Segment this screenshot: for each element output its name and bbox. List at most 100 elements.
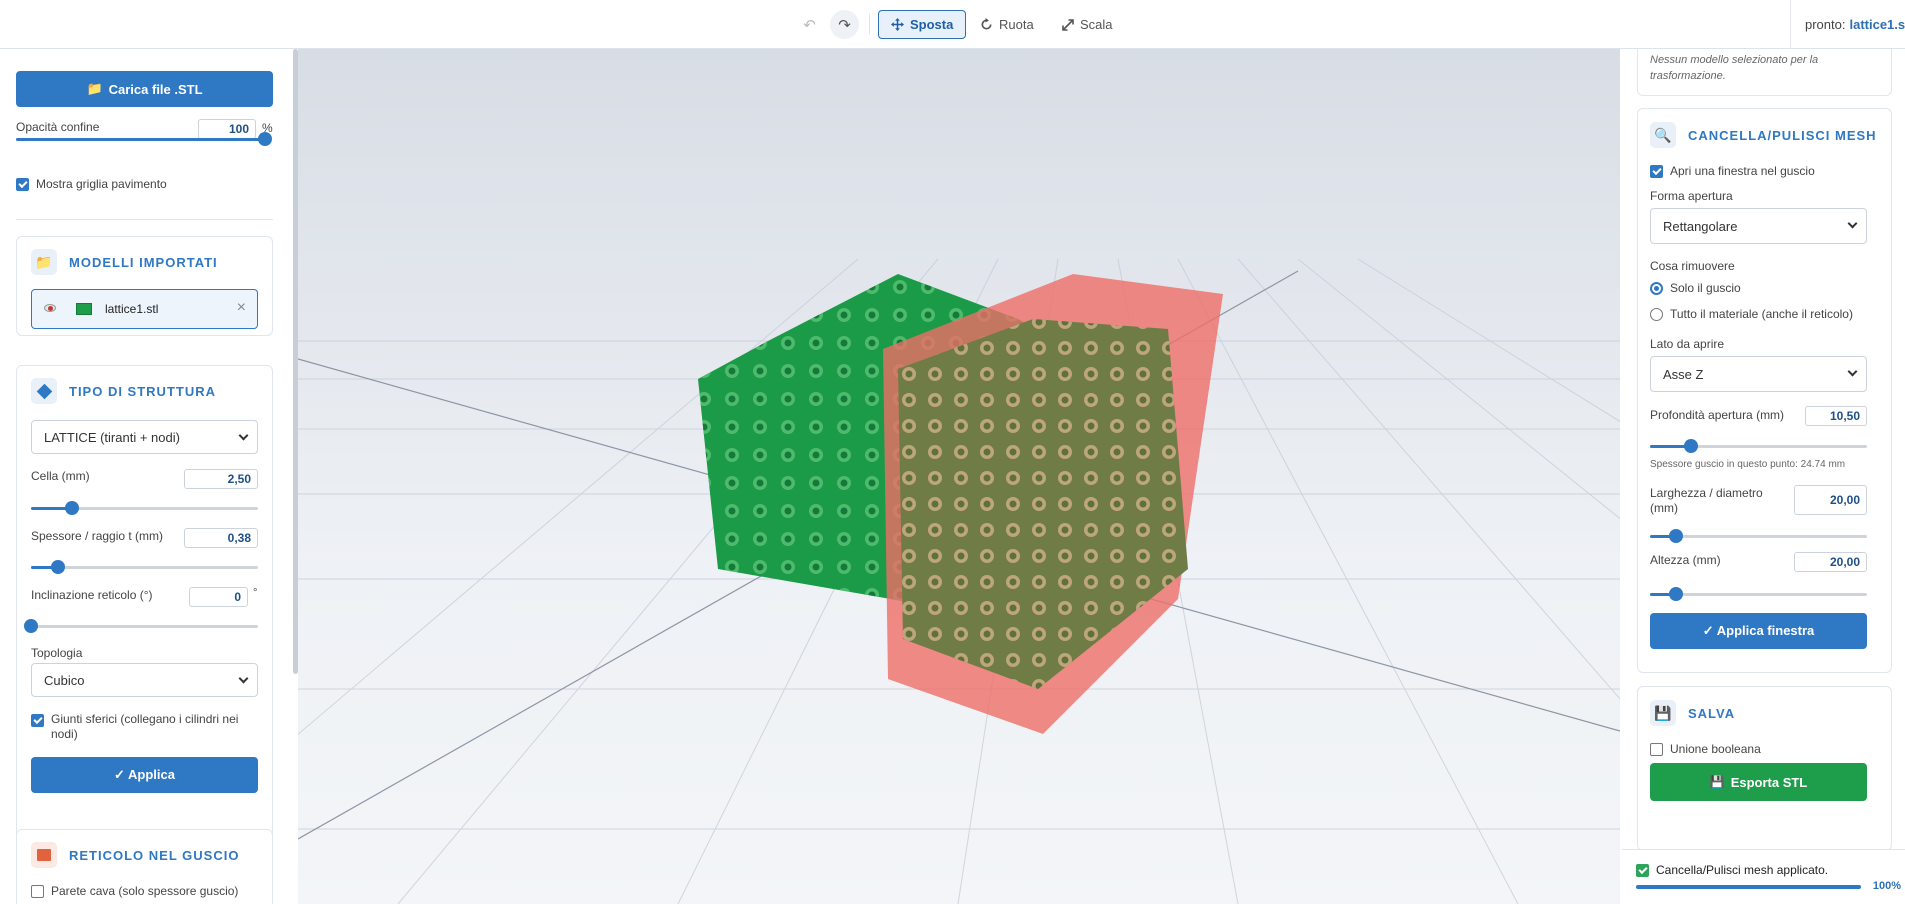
radio-button[interactable] — [1650, 307, 1663, 321]
structure-type-select[interactable]: LATTICE (tiranti + nodi) — [31, 420, 258, 454]
width-input[interactable]: 20,00 — [1794, 485, 1867, 515]
toast-message: Cancella/Pulisci mesh applicato. — [1656, 863, 1829, 877]
model-list-item[interactable]: lattice1.stl × — [31, 289, 258, 329]
check-icon — [1636, 863, 1649, 877]
topology-value: Cubico — [44, 672, 85, 688]
slider-thumb[interactable] — [1669, 587, 1684, 601]
side-select[interactable]: Asse Z — [1650, 356, 1867, 392]
cell-slider[interactable] — [31, 500, 258, 516]
checkbox-box[interactable] — [31, 714, 44, 727]
slider-thumb[interactable] — [51, 560, 66, 574]
height-slider[interactable] — [1650, 586, 1867, 602]
undo-button[interactable]: ↶ — [795, 10, 824, 39]
remove-model-icon[interactable]: × — [237, 299, 246, 317]
structure-type-value: LATTICE (tiranti + nodi) — [44, 429, 180, 445]
export-stl-button[interactable]: 💾 Esporta STL — [1650, 763, 1867, 801]
left-panel: 📁 Carica file .STL Opacità confine 100 %… — [0, 49, 291, 904]
width-slider[interactable] — [1650, 528, 1867, 544]
remove-option-all[interactable]: Tutto il materiale (anche il reticolo) — [1650, 307, 1853, 321]
folder-icon: 📁 — [31, 249, 57, 275]
redo-button[interactable]: ↷ — [830, 10, 859, 39]
divider — [16, 219, 273, 220]
thickness-slider[interactable] — [31, 559, 258, 575]
toast-progress-bar — [1636, 885, 1861, 889]
clean-mesh-title: CANCELLA/PULISCI MESH — [1688, 127, 1877, 143]
move-tool-button[interactable]: Sposta — [878, 10, 967, 39]
slider-thumb[interactable] — [24, 619, 38, 633]
tilt-unit: ° — [253, 587, 258, 599]
spherical-joints-checkbox[interactable]: Giunti sferici (collegano i cilindri nei… — [31, 712, 258, 742]
scale-tool-button[interactable]: Scala — [1050, 10, 1125, 39]
slider-thumb[interactable] — [258, 132, 272, 146]
tilt-input[interactable]: 0 — [189, 587, 248, 607]
diamond-icon — [31, 378, 57, 404]
tilt-slider[interactable] — [24, 618, 258, 634]
toolbar-separator — [869, 14, 870, 34]
scale-icon — [1062, 18, 1074, 31]
chevron-down-icon — [238, 673, 249, 684]
rotate-tool-button[interactable]: Ruota — [968, 10, 1046, 39]
right-panel: Nessun modello selezionato per la trasfo… — [1620, 49, 1905, 904]
chevron-down-icon — [1847, 218, 1858, 229]
scene-canvas[interactable] — [298, 49, 1620, 904]
radio-button[interactable] — [1650, 281, 1663, 295]
structure-type-title: TIPO DI STRUTTURA — [69, 383, 216, 399]
transform-note: Nessun modello selezionato per la trasfo… — [1650, 54, 1819, 82]
visibility-eye-icon[interactable] — [44, 304, 56, 312]
boolean-union-checkbox[interactable]: Unione booleana — [1650, 742, 1761, 756]
checkbox-box[interactable] — [16, 177, 29, 191]
opening-shape-select[interactable]: Rettangolare — [1650, 208, 1867, 244]
magnifier-icon: 🔍 — [1650, 122, 1676, 148]
opening-shape-value: Rettangolare — [1663, 218, 1738, 234]
depth-input[interactable]: 10,50 — [1805, 406, 1867, 426]
floor-grid-label: Mostra griglia pavimento — [36, 177, 167, 191]
open-window-checkbox[interactable]: Apri una finestra nel guscio — [1650, 164, 1815, 178]
floppy-disk-icon: 💾 — [1709, 775, 1725, 789]
slider-thumb[interactable] — [64, 501, 79, 515]
apply-window-label: ✓ Applica finestra — [1702, 623, 1815, 638]
opening-window-box[interactable] — [883, 274, 1223, 734]
apply-structure-button[interactable]: ✓ Applica — [31, 757, 258, 793]
export-stl-label: Esporta STL — [1730, 774, 1808, 790]
imported-models-card: 📁 MODELLI IMPORTATI lattice1.stl × — [16, 236, 273, 336]
open-window-label: Apri una finestra nel guscio — [1670, 164, 1815, 178]
rotate-tool-label: Ruota — [999, 17, 1034, 32]
model-color-swatch[interactable] — [76, 303, 92, 315]
save-card: 💾 SALVA Unione booleana 💾 Esporta STL — [1637, 686, 1892, 851]
thickness-input[interactable]: 0,38 — [184, 528, 258, 548]
checkbox-box[interactable] — [31, 884, 44, 898]
cell-input[interactable]: 2,50 — [184, 469, 258, 489]
slider-thumb[interactable] — [1684, 439, 1699, 453]
toast-progress-fill — [1636, 885, 1861, 889]
checkbox-box[interactable] — [1650, 742, 1663, 756]
apply-window-button[interactable]: ✓ Applica finestra — [1650, 613, 1867, 649]
height-input[interactable]: 20,00 — [1794, 552, 1867, 572]
shape-label: Forma apertura — [1650, 189, 1733, 203]
structure-type-card: TIPO DI STRUTTURA LATTICE (tiranti + nod… — [16, 365, 273, 865]
opacity-slider[interactable] — [16, 131, 272, 147]
3d-viewport[interactable] — [298, 49, 1620, 904]
floor-grid-checkbox[interactable]: Mostra griglia pavimento — [16, 177, 167, 191]
load-stl-button[interactable]: 📁 Carica file .STL — [16, 71, 273, 107]
checkbox-box[interactable] — [1650, 164, 1663, 178]
depth-label: Profondità apertura (mm) — [1650, 408, 1785, 422]
depth-slider[interactable] — [1650, 438, 1867, 454]
hollow-wall-checkbox[interactable]: Parete cava (solo spessore guscio) — [31, 884, 238, 898]
slider-thumb[interactable] — [1669, 529, 1684, 543]
side-value: Asse Z — [1663, 366, 1704, 382]
remove-option-shell[interactable]: Solo il guscio — [1650, 281, 1741, 295]
boolean-union-label: Unione booleana — [1670, 742, 1761, 756]
topology-select[interactable]: Cubico — [31, 663, 258, 697]
thickness-label: Spessore / raggio t (mm) — [31, 529, 164, 543]
spherical-joints-label: Giunti sferici (collegano i cilindri nei… — [51, 712, 239, 741]
tilt-label: Inclinazione reticolo (°) — [31, 588, 153, 602]
status-toast: Cancella/Pulisci mesh applicato. 100% — [1622, 849, 1905, 904]
toast-progress-text: 100% — [1872, 880, 1901, 892]
folder-icon: 📁 — [86, 81, 103, 96]
move-icon — [891, 18, 904, 31]
shell-lattice-title: RETICOLO NEL GUSCIO — [69, 847, 240, 863]
brick-icon — [31, 842, 57, 868]
status-filename: lattice1.stl — [1849, 17, 1905, 32]
load-stl-label: Carica file .STL — [108, 81, 203, 97]
imported-models-title: MODELLI IMPORTATI — [69, 254, 218, 270]
